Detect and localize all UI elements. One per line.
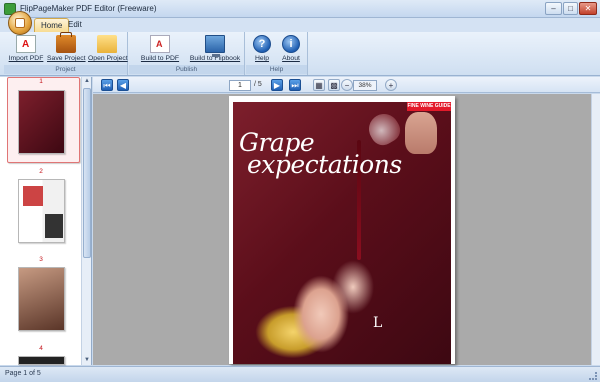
title-bar: FlipPageMaker PDF Editor (Freeware) – □ … [0,0,600,18]
viewer-scrollbar[interactable] [591,94,600,365]
save-project-button[interactable]: Save Project [47,32,86,66]
info-icon: i [282,35,300,53]
build-to-pdf-label: Build to PDF [140,55,180,62]
monitor-icon [205,35,225,57]
thumbnail-page-3[interactable] [18,267,65,331]
help-button[interactable]: ? Help [249,34,275,66]
briefcase-icon [56,32,76,53]
page-total: / 5 [254,81,262,88]
thumbnail-number: 1 [39,78,43,85]
page-number-input[interactable]: 1 [229,80,251,91]
about-button[interactable]: i About [278,34,304,66]
ribbon-tab-row [0,18,600,32]
zoom-level[interactable]: 38% [353,80,377,91]
thumbnail-image [45,214,63,238]
scroll-down-icon[interactable]: ▼ [83,356,91,365]
pdf-icon [16,35,36,53]
zoom-in-icon[interactable]: + [385,79,397,91]
thumbnail-page-4[interactable] [18,356,65,365]
thumbnail-page-1[interactable] [18,90,65,154]
build-to-pdf-button[interactable]: Build to PDF [137,34,183,66]
headline-line-2: expectations [247,150,402,179]
first-page-icon[interactable]: ⏮ [101,79,113,91]
question-icon: ? [253,35,271,53]
page-status: Page 1 of 5 [5,370,41,377]
page-photo-hand [405,112,437,154]
thumbnail-number: 3 [39,256,43,263]
open-project-label: Open Project [88,55,128,62]
resize-grip-icon[interactable] [589,372,597,380]
scroll-up-icon[interactable]: ▲ [83,77,91,86]
minimize-button[interactable]: – [545,2,562,15]
magazine-headline: Grape expectations [239,130,402,179]
book-icon [15,18,25,28]
project-group-label: Project [4,65,127,74]
previous-page-icon[interactable]: ◀ [117,79,129,91]
window-title: FlipPageMaker PDF Editor (Freeware) [20,4,157,13]
scrollbar-thumb[interactable] [83,88,91,258]
magazine-badge: FINE WINE GUIDE [407,102,451,111]
thumbnail-panel: 1 2 3 4 ▲ ▼ [0,77,92,365]
ribbon: Import PDF Save Project Open Project Pro… [0,32,600,76]
thumbnail-view-icon[interactable]: ▩ [328,79,340,91]
thumbnail-number: 4 [39,345,43,352]
thumbnail-page-2[interactable] [18,179,65,243]
thumbnail-image [23,186,43,206]
help-group-label: Help [246,65,307,74]
document-page: FINE WINE GUIDE Grape expectations L [229,96,455,364]
publish-group-label: Publish [129,65,244,74]
help-label: Help [255,55,269,62]
import-pdf-label: Import PDF [8,55,44,62]
pdf-build-icon [150,35,170,53]
build-to-flipbook-button[interactable]: Build to Flipbook [189,34,241,66]
open-project-button[interactable]: Open Project [88,34,128,66]
thumbnail-number: 2 [39,168,43,175]
import-pdf-button[interactable]: Import PDF [8,34,44,66]
thumbnail-scrollbar[interactable]: ▲ ▼ [81,77,91,365]
zoom-out-icon[interactable]: − [341,79,353,91]
next-page-icon[interactable]: ▶ [271,79,283,91]
ribbon-group-publish: Build to PDF Build to Flipbook Publish [129,32,245,75]
status-bar: Page 1 of 5 [0,366,600,382]
fit-page-icon[interactable]: ▦ [313,79,325,91]
save-project-label: Save Project [47,55,86,62]
tab-edit[interactable]: Edit [62,18,88,32]
dropcap-letter: L [373,315,383,331]
ribbon-group-project: Import PDF Save Project Open Project Pro… [4,32,128,75]
application-menu-button[interactable] [8,11,32,35]
ribbon-group-help: ? Help i About Help [246,32,308,75]
about-label: About [282,55,300,62]
thumbnail-list: 1 2 3 4 [0,77,82,365]
viewer-toolbar: ⏮ ◀ 1 / 5 ▶ ⏭ ▦ ▩ − 38% + [93,77,600,93]
last-page-icon[interactable]: ⏭ [289,79,301,91]
page-viewer: FINE WINE GUIDE Grape expectations L [93,94,600,365]
folder-icon [97,35,117,53]
maximize-button[interactable]: □ [563,2,578,15]
close-button[interactable]: ✕ [579,2,597,15]
